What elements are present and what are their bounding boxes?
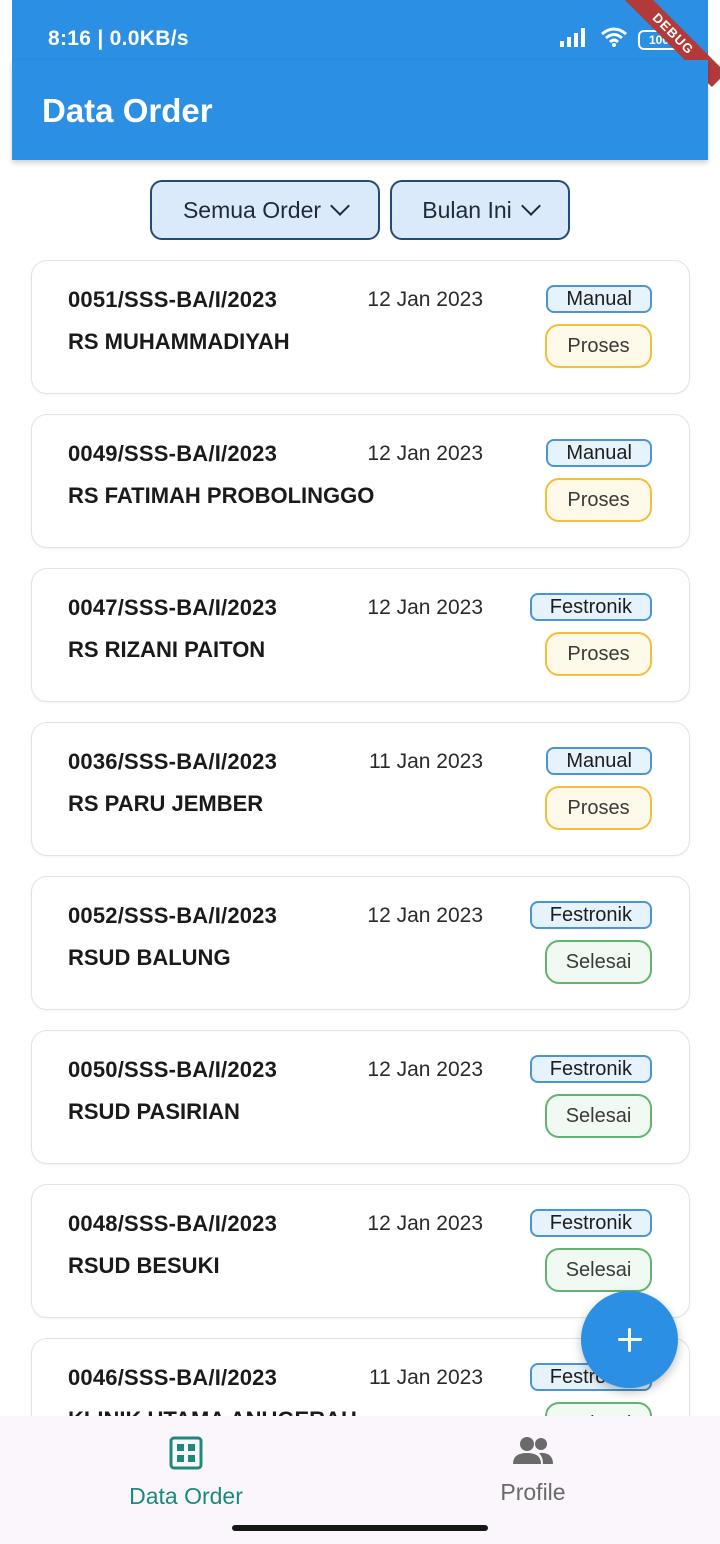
people-icon <box>512 1436 554 1471</box>
app-bar: Data Order <box>12 60 708 160</box>
customer-name: RSUD PASIRIAN <box>68 1099 240 1124</box>
order-list[interactable]: 0051/SSS-BA/I/2023 12 Jan 2023 RS MUHAMM… <box>0 260 720 1416</box>
status-time: 8:16 | 0.0KB/s <box>48 27 189 50</box>
order-date: 12 Jan 2023 <box>367 904 483 927</box>
order-date: 12 Jan 2023 <box>367 596 483 619</box>
order-date: 11 Jan 2023 <box>368 750 483 773</box>
order-card[interactable]: 0050/SSS-BA/I/2023 12 Jan 2023 RSUD PASI… <box>31 1030 690 1164</box>
status-badge: Selesai <box>545 1248 652 1292</box>
order-type-badge: Festronik <box>529 901 652 929</box>
order-number: 0052/SSS-BA/I/2023 <box>68 903 278 928</box>
status-badge: Selesai <box>545 1094 652 1138</box>
customer-name: RS PARU JEMBER <box>68 791 264 816</box>
chevron-down-icon <box>520 196 541 216</box>
order-number: 0036/SSS-BA/I/2023 <box>68 749 278 774</box>
add-order-button[interactable] <box>581 1291 678 1388</box>
period-filter-label: Bulan Ini <box>422 196 512 223</box>
page-title: Data Order <box>42 92 213 129</box>
nav-label-data-order: Data Order <box>129 1483 243 1509</box>
order-number: 0051/SSS-BA/I/2023 <box>68 287 278 312</box>
order-filter-label: Semua Order <box>182 196 322 223</box>
order-type-badge: Manual <box>546 285 652 313</box>
order-card[interactable]: 0051/SSS-BA/I/2023 12 Jan 2023 RS MUHAMM… <box>31 260 690 394</box>
nav-item-data-order[interactable]: Data Order <box>86 1436 286 1510</box>
home-indicator[interactable] <box>232 1525 488 1531</box>
order-date: 12 Jan 2023 <box>367 1212 483 1235</box>
customer-name: RS MUHAMMADIYAH <box>68 329 290 354</box>
order-type-badge: Manual <box>546 439 652 467</box>
order-number: 0046/SSS-BA/I/2023 <box>68 1365 278 1390</box>
wifi-icon <box>600 26 628 53</box>
order-type-badge: Festronik <box>529 1055 652 1083</box>
customer-name: RS FATIMAH PROBOLINGGO <box>68 483 375 508</box>
order-filter-dropdown[interactable]: Semua Order <box>150 180 380 240</box>
order-date: 12 Jan 2023 <box>367 1058 483 1081</box>
order-card[interactable]: 0052/SSS-BA/I/2023 12 Jan 2023 RSUD BALU… <box>31 876 690 1010</box>
order-type-badge: Festronik <box>529 1209 652 1237</box>
grid-icon <box>169 1436 203 1475</box>
order-card[interactable]: 0036/SSS-BA/I/2023 11 Jan 2023 RS PARU J… <box>31 722 690 856</box>
status-badge: Proses <box>545 632 652 676</box>
customer-name: RS RIZANI PAITON <box>68 637 266 662</box>
status-badge: Proses <box>545 324 652 368</box>
order-type-badge: Festronik <box>529 593 652 621</box>
nav-label-profile: Profile <box>500 1479 566 1505</box>
status-badge: Proses <box>545 786 652 830</box>
order-card[interactable]: 0048/SSS-BA/I/2023 12 Jan 2023 RSUD BESU… <box>31 1184 690 1318</box>
signal-icon <box>560 27 590 52</box>
order-number: 0048/SSS-BA/I/2023 <box>68 1211 278 1236</box>
order-number: 0049/SSS-BA/I/2023 <box>68 441 278 466</box>
status-badge: Proses <box>545 478 652 522</box>
order-date: 11 Jan 2023 <box>368 1366 483 1389</box>
order-date: 12 Jan 2023 <box>367 288 483 311</box>
period-filter-dropdown[interactable]: Bulan Ini <box>390 180 570 240</box>
order-number: 0047/SSS-BA/I/2023 <box>68 595 278 620</box>
status-bar: 8:16 | 0.0KB/s 100 DEBUG <box>12 0 720 88</box>
order-date: 12 Jan 2023 <box>367 442 483 465</box>
order-type-badge: Manual <box>546 747 652 775</box>
customer-name: RSUD BESUKI <box>68 1253 220 1278</box>
filter-bar: Semua Order Bulan Ini <box>0 180 720 240</box>
order-card[interactable]: 0049/SSS-BA/I/2023 12 Jan 2023 RS FATIMA… <box>31 414 690 548</box>
customer-name: KLINIK UTAMA ANUGERAH <box>68 1407 357 1416</box>
order-number: 0050/SSS-BA/I/2023 <box>68 1057 278 1082</box>
order-card[interactable]: 0047/SSS-BA/I/2023 12 Jan 2023 RS RIZANI… <box>31 568 690 702</box>
customer-name: RSUD BALUNG <box>68 945 231 970</box>
status-badge: Selesai <box>545 1402 652 1416</box>
chevron-down-icon <box>330 196 350 216</box>
nav-item-profile[interactable]: Profile <box>433 1436 633 1506</box>
status-badge: Selesai <box>545 940 652 984</box>
